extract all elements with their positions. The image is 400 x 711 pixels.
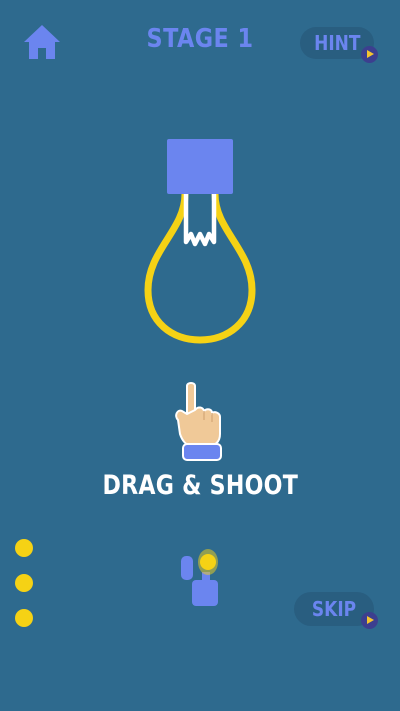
ammo-bulb — [15, 609, 33, 627]
bulb-launcher-icon[interactable] — [178, 542, 222, 610]
game-screen: STAGE 1 HINT DRAG & SHOOT SKIP — [0, 0, 400, 711]
skip-label: SKIP — [311, 597, 357, 621]
ammo-bulb — [15, 574, 33, 592]
hint-label: HINT — [313, 31, 361, 55]
skip-play-icon[interactable] — [361, 612, 378, 629]
pointing-hand-icon — [175, 382, 222, 461]
bulb-socket — [167, 139, 233, 194]
hint-play-icon[interactable] — [361, 46, 378, 63]
ammo-bulb — [15, 539, 33, 557]
instruction-text: DRAG & SHOOT — [102, 470, 298, 501]
lightbulb-icon — [144, 139, 256, 344]
